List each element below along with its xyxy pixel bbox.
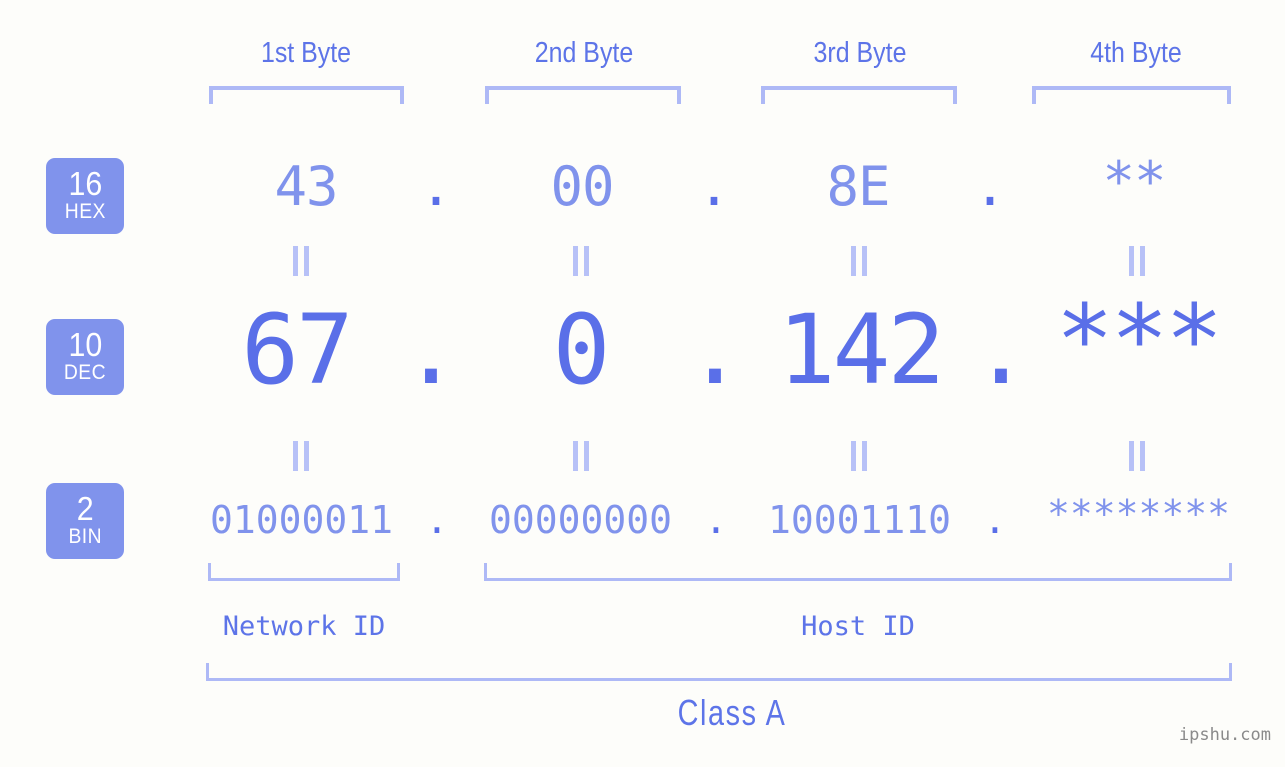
equals-mark-hex-dec-2 [568,246,594,276]
base-badge-hex: 16 HEX [46,158,124,234]
bin-byte-3: 10001110 [767,498,952,542]
base-badge-hex-number: 16 [68,165,102,202]
bin-separator-2: . [704,498,728,542]
ip-breakdown-diagram: 1st Byte 2nd Byte 3rd Byte 4th Byte 16 H… [0,0,1285,767]
equals-mark-dec-bin-1 [288,441,314,471]
dec-byte-3: 142 [777,294,945,406]
site-watermark: ipshu.com [1178,725,1271,745]
dec-byte-1: 67 [241,294,354,406]
byte-header-1: 1st Byte [260,37,352,69]
byte-header-3: 3rd Byte [813,37,907,69]
byte-bracket-4 [1032,86,1231,104]
dec-separator-2: . [686,294,744,406]
bin-separator-1: . [425,498,449,542]
dec-separator-3: . [972,294,1030,406]
byte-bracket-3 [761,86,957,104]
hex-byte-3: 8E [826,155,890,218]
byte-header-4: 4th Byte [1090,37,1182,69]
equals-mark-hex-dec-1 [288,246,314,276]
equals-mark-hex-dec-3 [846,246,872,276]
byte-bracket-1 [209,86,404,104]
hex-separator-1: . [419,155,453,218]
base-badge-bin: 2 BIN [46,483,124,559]
class-bracket [206,663,1232,681]
dec-separator-1: . [402,294,460,406]
byte-header-2: 2nd Byte [534,37,634,69]
dec-byte-4: *** [1055,284,1223,396]
base-badge-dec-number: 10 [68,326,102,363]
hex-separator-2: . [697,155,731,218]
base-badge-hex-label: HEX [64,200,106,223]
equals-mark-dec-bin-4 [1124,441,1150,471]
dec-byte-2: 0 [552,294,611,406]
base-badge-dec-label: DEC [63,361,107,384]
bin-byte-4: ******** [1046,492,1231,536]
hex-byte-2: 00 [550,155,614,218]
bin-separator-3: . [983,498,1007,542]
network-id-bracket [208,563,400,581]
hex-separator-3: . [973,155,1007,218]
network-id-label: Network ID [222,611,386,642]
bin-byte-2: 00000000 [488,498,673,542]
base-badge-bin-label: BIN [68,525,102,548]
class-label: Class A [677,692,787,733]
equals-mark-hex-dec-4 [1124,246,1150,276]
host-id-label: Host ID [801,611,915,642]
byte-bracket-2 [485,86,681,104]
hex-byte-1: 43 [274,155,338,218]
base-badge-dec: 10 DEC [46,319,124,395]
host-id-bracket [484,563,1232,581]
bin-byte-1: 01000011 [209,498,394,542]
equals-mark-dec-bin-2 [568,441,594,471]
hex-byte-4: ** [1102,150,1166,213]
base-badge-bin-number: 2 [76,490,94,527]
equals-mark-dec-bin-3 [846,441,872,471]
